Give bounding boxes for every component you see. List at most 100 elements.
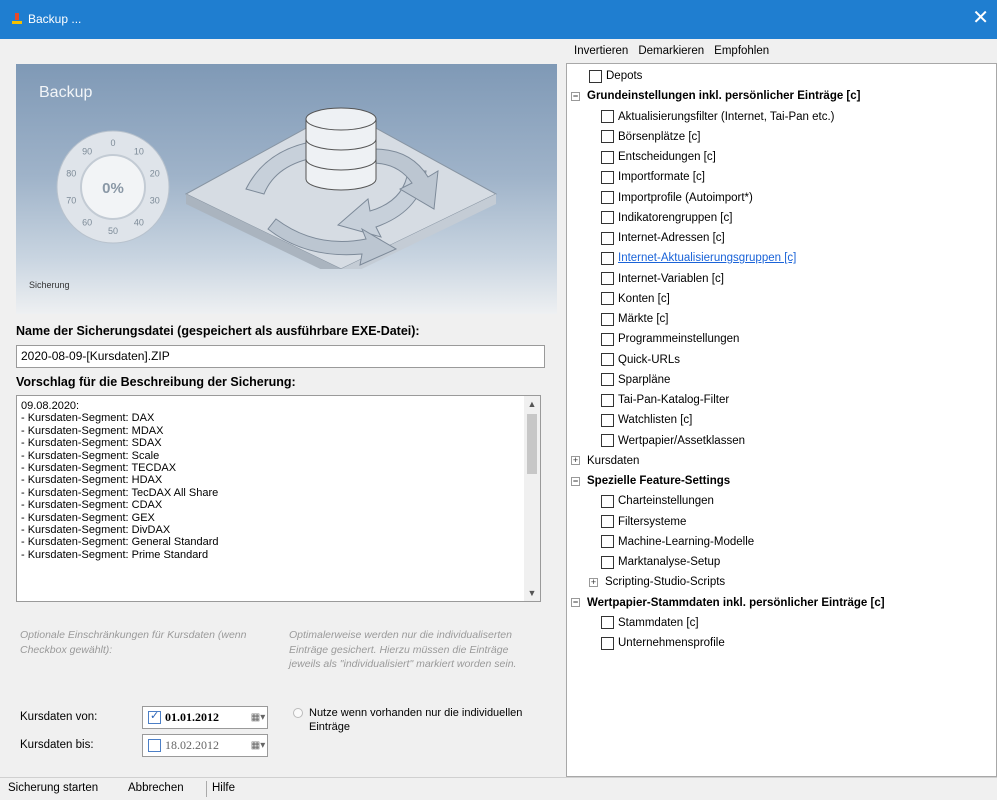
item-checkbox[interactable]	[601, 494, 614, 508]
recommended-button[interactable]: Empfohlen	[714, 41, 769, 61]
expand-icon[interactable]: +	[571, 456, 580, 466]
backup-items-tree[interactable]: Depots − Grundeinstellungen inkl. persönli…	[566, 63, 997, 777]
dial-tick-label: 60	[82, 218, 92, 228]
tree-item[interactable]: Internet-Variablen [c]	[601, 269, 724, 289]
tree-label: Stammdaten [c]	[618, 616, 699, 629]
dial-tick-label: 40	[134, 218, 144, 228]
tree-item[interactable]: Marktanalyse-Setup	[601, 552, 720, 572]
tree-item[interactable]: Indikatorengruppen [c]	[601, 208, 732, 228]
item-checkbox[interactable]	[601, 211, 614, 225]
expand-icon[interactable]: +	[589, 577, 598, 587]
date-to-label: Kursdaten bis:	[20, 739, 94, 751]
banner-caption: Sicherung	[29, 280, 70, 290]
title-bar: Backup ... ✕	[0, 0, 997, 39]
scroll-up-icon[interactable]: ▲	[524, 396, 540, 412]
tree-label: Importprofile (Autoimport*)	[618, 191, 753, 204]
item-checkbox[interactable]	[601, 636, 614, 650]
tree-item[interactable]: Quick-URLs	[601, 350, 680, 370]
tree-item[interactable]: Tai-Pan-Katalog-Filter	[601, 390, 729, 410]
tree-group[interactable]: − Spezielle Feature-Settings	[571, 471, 730, 491]
calendar-icon[interactable]: ▦▾	[249, 740, 267, 751]
item-checkbox[interactable]	[601, 373, 614, 387]
item-checkbox[interactable]	[601, 170, 614, 184]
tree-group[interactable]: − Wertpapier-Stammdaten inkl. persönliche…	[571, 593, 885, 613]
individual-entries-option[interactable]: Nutze wenn vorhanden nur die individuell…	[293, 706, 529, 734]
tree-label: Charteinstellungen	[618, 495, 714, 508]
item-checkbox[interactable]	[601, 150, 614, 164]
tree-item[interactable]: Filtersysteme	[601, 512, 686, 532]
close-icon[interactable]: ✕	[972, 8, 989, 28]
tree-item[interactable]: Märkte [c]	[601, 309, 668, 329]
item-checkbox[interactable]	[601, 515, 614, 528]
tree-group[interactable]: − Grundeinstellungen inkl. persönlicher E…	[571, 86, 861, 106]
tree-item[interactable]: Depots	[589, 66, 642, 86]
date-to-checkbox[interactable]	[148, 739, 161, 752]
item-checkbox[interactable]	[601, 191, 614, 204]
tree-item[interactable]: Importprofile (Autoimport*)	[601, 188, 753, 208]
tree-label: Quick-URLs	[618, 353, 680, 366]
file-name-label: Name der Sicherungsdatei (gespeichert al…	[16, 324, 420, 338]
description-line: 09.08.2020:	[21, 400, 80, 412]
tree-item[interactable]: Aktualisierungsfilter (Internet, Tai-Pan…	[601, 107, 834, 127]
individual-hint: Optimalerweise werden nur die individual…	[289, 629, 517, 670]
item-checkbox[interactable]	[601, 393, 614, 407]
option-radio[interactable]	[293, 708, 303, 718]
tree-item[interactable]: Börsenplätze [c]	[601, 127, 700, 147]
item-checkbox[interactable]	[601, 312, 614, 326]
tree-group[interactable]: + Kursdaten	[571, 451, 639, 471]
tree-item[interactable]: Charteinstellungen	[601, 491, 714, 511]
collapse-icon[interactable]: −	[571, 91, 580, 101]
description-scrollbar[interactable]: ▲ ▼	[524, 396, 540, 601]
item-checkbox[interactable]	[601, 231, 614, 245]
tree-group[interactable]: + Scripting-Studio-Scripts	[589, 572, 725, 592]
tree-item[interactable]: Wertpapier/Assetklassen	[601, 431, 745, 451]
item-checkbox[interactable]	[601, 535, 614, 549]
item-checkbox[interactable]	[601, 272, 614, 285]
item-checkbox[interactable]	[601, 413, 614, 427]
tree-item[interactable]: Internet-Adressen [c]	[601, 228, 725, 248]
item-checkbox[interactable]	[601, 353, 614, 366]
tree-item[interactable]: Sparpläne	[601, 370, 670, 390]
collapse-icon[interactable]: −	[571, 476, 580, 486]
scroll-down-icon[interactable]: ▼	[524, 585, 540, 601]
tree-item[interactable]: Watchlisten [c]	[601, 410, 692, 430]
separator	[206, 781, 207, 797]
scroll-thumb[interactable]	[527, 414, 537, 474]
tree-item[interactable]: Entscheidungen [c]	[601, 147, 716, 167]
restrictions-hint: Optionale Einschränkungen für Kursdaten …	[20, 629, 247, 656]
start-backup-button[interactable]: Sicherung starten	[8, 782, 98, 794]
unmark-button[interactable]: Demarkieren	[638, 41, 704, 61]
option-label: Nutze wenn vorhanden nur die individuell…	[309, 707, 523, 733]
collapse-icon[interactable]: −	[571, 598, 580, 607]
tree-item[interactable]: Internet-Aktualisierungsgruppen [c]	[601, 248, 796, 268]
progress-dial: 0 10 20 30 40 50 60 70 80 90 0%	[56, 130, 170, 244]
tree-item[interactable]: Machine-Learning-Modelle	[601, 532, 754, 552]
tree-item[interactable]: Konten [c]	[601, 289, 670, 309]
date-from-picker[interactable]: ✓ 01.01.2012 ▦▾	[142, 706, 268, 729]
backup-banner: Backup 0 10 20 30 40 50 60 70 80 90 0% Sicherung	[16, 64, 557, 314]
item-checkbox[interactable]	[601, 130, 614, 144]
help-button[interactable]: Hilfe	[212, 782, 235, 794]
item-checkbox[interactable]	[601, 616, 614, 630]
item-checkbox[interactable]	[601, 110, 614, 123]
description-textarea[interactable]: 09.08.2020: - Kursdaten-Segment: DAX - Kur…	[16, 395, 541, 602]
date-from-checkbox[interactable]: ✓	[148, 710, 161, 724]
calendar-icon[interactable]: ▦▾	[249, 712, 267, 723]
tree-item[interactable]: Importformate [c]	[601, 167, 705, 187]
cancel-button[interactable]: Abbrechen	[128, 782, 184, 794]
tree-item[interactable]: Stammdaten [c]	[601, 613, 699, 633]
check-icon: ✓	[150, 710, 160, 722]
item-checkbox[interactable]	[601, 555, 614, 569]
item-checkbox[interactable]	[601, 434, 614, 447]
invert-button[interactable]: Invertieren	[574, 41, 628, 61]
description-line: - Kursdaten-Segment: TecDAX All Share	[21, 486, 219, 499]
item-checkbox[interactable]	[589, 69, 602, 83]
tree-item[interactable]: Programmeinstellungen	[601, 329, 739, 349]
item-checkbox[interactable]	[601, 251, 614, 265]
item-checkbox[interactable]	[601, 332, 614, 346]
tree-label: Internet-Aktualisierungsgruppen [c]	[618, 252, 797, 265]
item-checkbox[interactable]	[601, 292, 614, 306]
file-name-input[interactable]: 2020-08-09-[Kursdaten].ZIP	[16, 345, 545, 368]
tree-item[interactable]: Unternehmensprofile	[601, 633, 725, 653]
date-to-picker[interactable]: 18.02.2012 ▦▾	[142, 734, 268, 757]
